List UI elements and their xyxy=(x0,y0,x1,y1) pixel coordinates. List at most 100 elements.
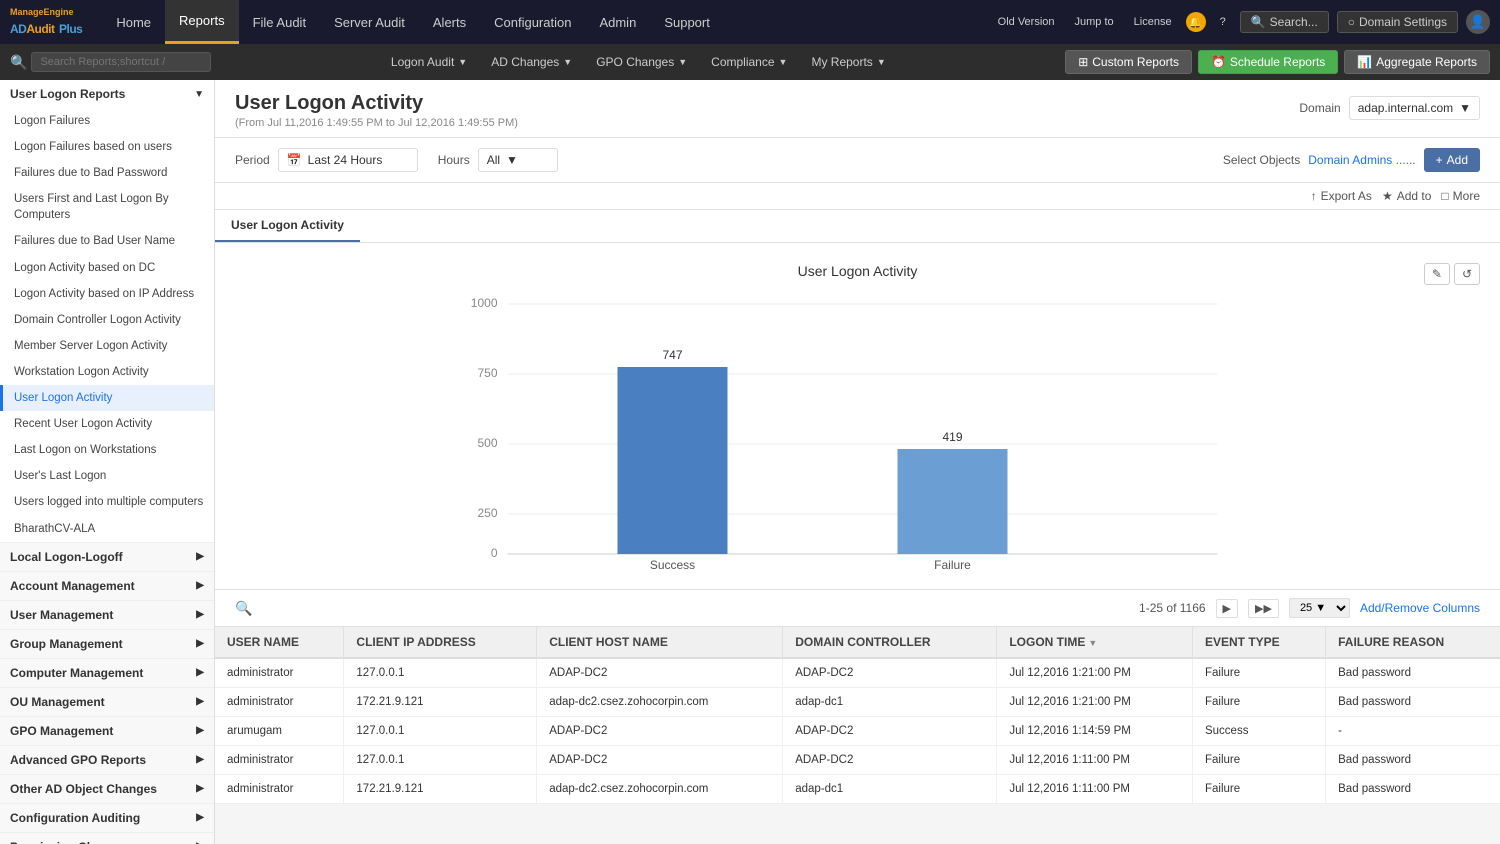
nav-home[interactable]: Home xyxy=(102,0,165,44)
col-failure-reason[interactable]: FAILURE REASON xyxy=(1326,627,1500,658)
old-version-link[interactable]: Old Version xyxy=(992,14,1061,30)
svg-text:500: 500 xyxy=(477,436,497,450)
schedule-icon: ⏰ xyxy=(1211,55,1226,69)
chevron-right-icon: ▶ xyxy=(196,638,204,649)
nav-configuration[interactable]: Configuration xyxy=(480,0,585,44)
aggregate-reports-button[interactable]: 📊 Aggregate Reports xyxy=(1344,50,1490,74)
table-section: 🔍 1-25 of 1166 ▶ ▶▶ 25 ▼ 50 100 Add/Remo… xyxy=(215,590,1500,804)
svg-text:747: 747 xyxy=(662,348,682,362)
schedule-reports-button[interactable]: ⏰ Schedule Reports xyxy=(1198,50,1338,74)
notification-bell[interactable]: 🔔 xyxy=(1186,12,1206,32)
chart-edit-button[interactable]: ✎ xyxy=(1424,263,1450,285)
next-page-button[interactable]: ▶ xyxy=(1216,599,1238,618)
col-event-type[interactable]: EVENT TYPE xyxy=(1192,627,1325,658)
ad-changes-menu[interactable]: AD Changes ▼ xyxy=(479,44,584,80)
nav-reports[interactable]: Reports xyxy=(165,0,239,44)
nav-admin[interactable]: Admin xyxy=(585,0,650,44)
sidebar-item-workstation[interactable]: Workstation Logon Activity xyxy=(0,359,214,385)
last-page-button[interactable]: ▶▶ xyxy=(1248,599,1279,618)
sidebar-item-recent-logon[interactable]: Recent User Logon Activity xyxy=(0,411,214,437)
nav-file-audit[interactable]: File Audit xyxy=(239,0,320,44)
sidebar-item-last-logon-workstations[interactable]: Last Logon on Workstations xyxy=(0,437,214,463)
sidebar-item-logon-failures[interactable]: Logon Failures xyxy=(0,108,214,134)
help-link[interactable]: ? xyxy=(1214,14,1232,30)
second-nav-links: Logon Audit ▼ AD Changes ▼ GPO Changes ▼… xyxy=(379,44,898,80)
license-link[interactable]: License xyxy=(1128,14,1178,30)
logon-audit-menu[interactable]: Logon Audit ▼ xyxy=(379,44,479,80)
sidebar-item-member-server[interactable]: Member Server Logon Activity xyxy=(0,333,214,359)
cell-failure-reason: - xyxy=(1326,717,1500,746)
table-search-icon[interactable]: 🔍 xyxy=(235,600,252,617)
select-objects-value[interactable]: Domain Admins ...... xyxy=(1308,153,1415,167)
sidebar-item-bad-password[interactable]: Failures due to Bad Password xyxy=(0,160,214,186)
configuration-auditing-category[interactable]: Configuration Auditing ▶ xyxy=(0,803,214,832)
account-management-category[interactable]: Account Management ▶ xyxy=(0,571,214,600)
advanced-gpo-reports-category[interactable]: Advanced GPO Reports ▶ xyxy=(0,745,214,774)
sidebar-item-logon-ip[interactable]: Logon Activity based on IP Address xyxy=(0,281,214,307)
user-management-category[interactable]: User Management ▶ xyxy=(0,600,214,629)
success-bar xyxy=(618,367,728,554)
add-remove-columns-link[interactable]: Add/Remove Columns xyxy=(1360,601,1480,615)
sidebar-item-bharathcv[interactable]: BharathCV-ALA xyxy=(0,516,214,542)
col-domain-controller[interactable]: DOMAIN CONTROLLER xyxy=(783,627,997,658)
nav-support[interactable]: Support xyxy=(650,0,724,44)
page-size-select[interactable]: 25 ▼ 50 100 xyxy=(1289,598,1350,618)
sidebar-item-user-logon-activity[interactable]: User Logon Activity xyxy=(0,385,214,411)
ou-management-category[interactable]: OU Management ▶ xyxy=(0,687,214,716)
add-to-link[interactable]: ★ Add to xyxy=(1382,189,1431,203)
my-reports-menu[interactable]: My Reports ▼ xyxy=(799,44,897,80)
sidebar-item-logon-failures-users[interactable]: Logon Failures based on users xyxy=(0,134,214,160)
col-client-ip[interactable]: CLIENT IP ADDRESS xyxy=(344,627,537,658)
search-button[interactable]: 🔍 Search... xyxy=(1240,11,1329,33)
export-as-link[interactable]: ↑ Export As xyxy=(1311,189,1372,203)
group-management-category[interactable]: Group Management ▶ xyxy=(0,629,214,658)
chevron-right-icon: ▶ xyxy=(196,754,204,765)
gpo-changes-menu[interactable]: GPO Changes ▼ xyxy=(584,44,699,80)
chart-refresh-button[interactable]: ↺ xyxy=(1454,263,1480,285)
domain-selector: Domain adap.internal.com ▼ xyxy=(1299,96,1480,120)
sidebar-item-dc-logon[interactable]: Domain Controller Logon Activity xyxy=(0,307,214,333)
sidebar-item-users-last-logon[interactable]: User's Last Logon xyxy=(0,463,214,489)
add-button[interactable]: + Add xyxy=(1424,148,1480,172)
brand-logo[interactable]: ManageEngine ADAudit Plus xyxy=(10,7,82,38)
sidebar-item-logged-multiple[interactable]: Users logged into multiple computers xyxy=(0,489,214,515)
cell-domain-controller: adap-dc1 xyxy=(783,688,997,717)
sidebar: User Logon Reports ▼ Logon Failures Logo… xyxy=(0,80,215,844)
cell-username: administrator xyxy=(215,746,344,775)
svg-text:250: 250 xyxy=(477,506,497,520)
period-input[interactable]: 📅 Last 24 Hours xyxy=(278,148,418,172)
brand-bottom-text: ADAudit Plus xyxy=(10,17,82,38)
cell-client-ip: 127.0.0.1 xyxy=(344,658,537,688)
chevron-right-icon: ▶ xyxy=(196,551,204,562)
other-ad-object-changes-category[interactable]: Other AD Object Changes ▶ xyxy=(0,774,214,803)
compliance-menu[interactable]: Compliance ▼ xyxy=(699,44,799,80)
svg-text:Failure: Failure xyxy=(934,558,971,569)
user-logon-reports-section[interactable]: User Logon Reports ▼ xyxy=(0,80,214,108)
sidebar-item-first-last-logon[interactable]: Users First and Last Logon By Computers xyxy=(0,186,214,228)
bar-chart-svg: 1000 750 500 250 0 747 Success xyxy=(235,289,1480,569)
custom-reports-button[interactable]: ⊞ Custom Reports xyxy=(1065,50,1192,74)
chart-tabs: User Logon Activity xyxy=(215,210,1500,243)
gpo-management-category[interactable]: GPO Management ▶ xyxy=(0,716,214,745)
chevron-down-icon: ▼ xyxy=(779,57,788,67)
domain-settings-button[interactable]: ○ Domain Settings xyxy=(1337,11,1458,33)
select-objects-group: Select Objects Domain Admins ...... + Ad… xyxy=(1223,148,1480,172)
user-avatar[interactable]: 👤 xyxy=(1466,10,1490,34)
col-logon-time[interactable]: LOGON TIME ▼ xyxy=(997,627,1193,658)
local-logon-logoff-category[interactable]: Local Logon-Logoff ▶ xyxy=(0,542,214,571)
more-link[interactable]: □ More xyxy=(1441,189,1480,203)
sidebar-item-bad-username[interactable]: Failures due to Bad User Name xyxy=(0,228,214,254)
nav-alerts[interactable]: Alerts xyxy=(419,0,480,44)
hours-select[interactable]: All ▼ xyxy=(478,148,558,172)
domain-select-dropdown[interactable]: adap.internal.com ▼ xyxy=(1349,96,1480,120)
chart-tab-user-logon[interactable]: User Logon Activity xyxy=(215,210,360,242)
computer-management-category[interactable]: Computer Management ▶ xyxy=(0,658,214,687)
nav-server-audit[interactable]: Server Audit xyxy=(320,0,419,44)
permission-changes-category[interactable]: Permission Changes ▶ xyxy=(0,832,214,844)
col-client-host[interactable]: CLIENT HOST NAME xyxy=(537,627,783,658)
sidebar-item-logon-dc[interactable]: Logon Activity based on DC xyxy=(0,255,214,281)
col-username[interactable]: USER NAME xyxy=(215,627,344,658)
jump-to-link[interactable]: Jump to xyxy=(1069,14,1120,30)
cell-client-host: adap-dc2.csez.zohocorpin.com xyxy=(537,688,783,717)
reports-search-input[interactable] xyxy=(31,52,211,72)
